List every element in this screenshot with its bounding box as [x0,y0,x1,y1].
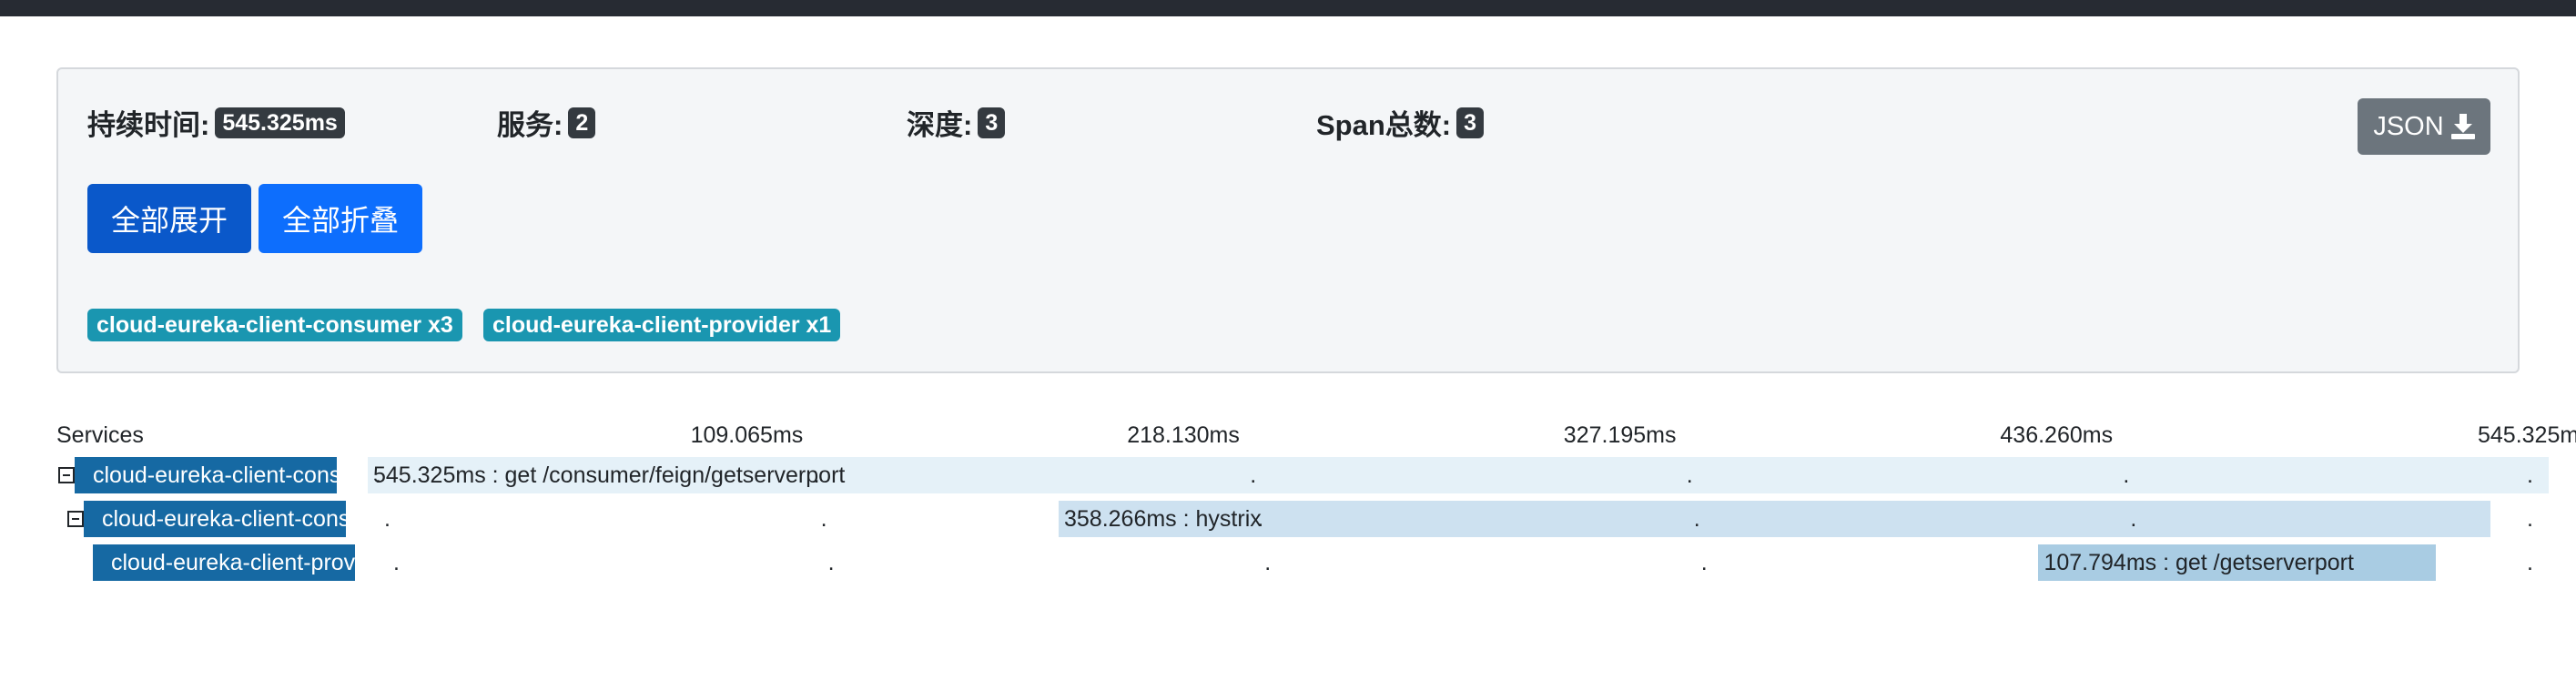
timeline-tick-dot: . [2123,462,2130,488]
timeline-tick-dot: . [1264,550,1272,575]
span-row[interactable]: cloud-eureka-client-provider 107.794ms : … [0,543,2576,583]
timeline-tick-label: 218.130ms [1127,422,1240,448]
timeline-tick-dot: . [384,506,390,532]
timeline-tick-dot: . [1257,506,1264,532]
timeline-tick-dot: . [1700,550,1708,575]
timeline-tick-dot: . [2137,550,2145,575]
span-duration-bar[interactable]: 107.794ms : get /getserverport [2038,544,2436,581]
span-service-name[interactable]: cloud-eureka-client-consumer [84,501,346,537]
services-column-header: Services [56,422,144,448]
timeline-tick-dot: . [375,462,381,488]
collapse-toggle-icon[interactable] [67,511,84,527]
span-service-name[interactable]: cloud-eureka-client-provider [93,544,355,581]
span-row[interactable]: cloud-eureka-client-consumer 358.266ms : … [0,499,2576,539]
timeline-tick-dot: . [2527,550,2533,575]
timeline-tick-dot: . [820,506,827,532]
timeline-tick-dot: . [827,550,835,575]
span-row[interactable]: cloud-eureka-client-consumer 545.325ms : … [0,455,2576,495]
span-duration-bar[interactable]: 358.266ms : hystrix [1058,501,2490,537]
span-duration-bar[interactable]: 545.325ms : get /consumer/feign/getserve… [368,457,2549,493]
timeline-tick-label: 327.195ms [1563,422,1677,448]
timeline-tick-dot: . [2527,462,2533,488]
span-service-name[interactable]: cloud-eureka-client-consumer [75,457,337,493]
timeline-tick-label: 545.325ms [2478,422,2576,448]
timeline-tick-dot: . [2130,506,2137,532]
timeline-tick-dot: . [813,462,820,488]
timeline-tick-dot: . [1693,506,1700,532]
timeline-tick-dot: . [1686,462,1693,488]
timeline-tick-dot: . [393,550,400,575]
timeline-tick-label: 109.065ms [690,422,804,448]
timeline-tick-label: 436.260ms [2000,422,2114,448]
collapse-toggle-icon[interactable] [58,467,75,483]
trace-timeline: Services 109.065ms 218.130ms 327.195ms 436.… [0,0,2576,681]
timeline-tick-dot: . [1250,462,1257,488]
timeline-tick-dot: . [2527,506,2533,532]
